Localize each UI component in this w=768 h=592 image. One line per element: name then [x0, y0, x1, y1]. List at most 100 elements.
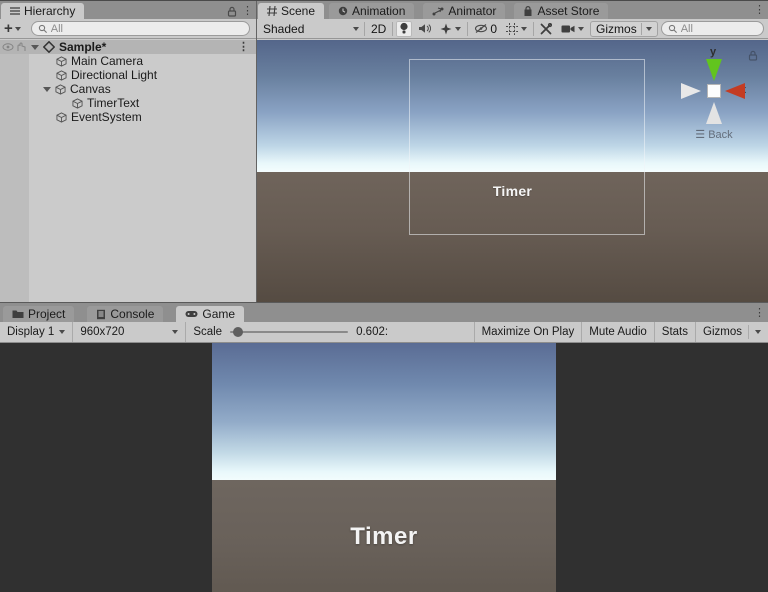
tree-item-label: Canvas	[70, 82, 111, 96]
game-area: Timer	[0, 343, 768, 592]
tab-animation-label: Animation	[352, 4, 406, 18]
hidden-count-label: 0	[490, 21, 498, 36]
tree-item-label: EventSystem	[71, 110, 142, 124]
maximize-on-play-button[interactable]: Maximize On Play	[475, 322, 582, 342]
chevron-down-icon	[755, 330, 761, 334]
tab-hierarchy[interactable]: Hierarchy	[1, 3, 85, 19]
tab-scene-label: Scene	[281, 4, 316, 18]
toggle-2d-button[interactable]: 2D	[368, 21, 389, 37]
scene-grid-icon	[267, 6, 277, 16]
scene-pickability-icon[interactable]	[16, 42, 27, 52]
tree-item-canvas[interactable]: Canvas	[0, 82, 256, 96]
hierarchy-toolbar: +	[0, 19, 256, 39]
scene-timer-text[interactable]: Timer	[257, 183, 768, 199]
effects-sparkle-icon	[440, 23, 452, 35]
mute-audio-button[interactable]: Mute Audio	[582, 322, 654, 342]
folder-icon	[12, 309, 24, 319]
scale-control: Scale 0.602:	[186, 322, 395, 342]
hierarchy-menu-icon[interactable]: ⋮	[239, 6, 256, 17]
tab-animator-label: Animator	[448, 4, 497, 18]
tab-animation[interactable]: Animation	[329, 3, 415, 19]
game-timer-text: Timer	[350, 523, 418, 550]
tab-game[interactable]: Game	[176, 306, 245, 322]
eye-slash-icon	[474, 23, 488, 34]
scene-camera-button[interactable]	[558, 21, 587, 37]
scale-slider[interactable]	[230, 327, 349, 337]
unity-editor-window: Hierarchy ⋮ + All Sample* ⋮ Main Camera …	[0, 0, 768, 592]
scene-visibility-eye-icon[interactable]	[2, 42, 14, 52]
asset-store-bag-icon	[523, 5, 533, 17]
display-dropdown[interactable]: Display 1	[0, 322, 72, 342]
chevron-down-icon	[455, 26, 462, 31]
gizmo-center-cube[interactable]	[707, 84, 721, 98]
scene-lighting-button[interactable]	[396, 20, 413, 37]
scene-row-sample[interactable]: Sample* ⋮	[0, 40, 256, 54]
scene-panel-menu-icon[interactable]: ⋮	[751, 5, 768, 19]
orientation-gizmo[interactable]: y x ☰ Back	[678, 46, 750, 144]
tab-project-label: Project	[28, 307, 66, 321]
hierarchy-search[interactable]	[30, 21, 250, 36]
tab-project[interactable]: Project	[3, 306, 75, 322]
tree-item-eventsystem[interactable]: EventSystem	[0, 110, 256, 124]
canvas-rect-gizmo[interactable]	[409, 59, 645, 235]
unity-scene-icon	[43, 41, 55, 53]
resolution-dropdown[interactable]: 960x720	[73, 322, 185, 342]
draw-mode-dropdown[interactable]: Shaded	[261, 22, 361, 36]
gizmo-lock-icon[interactable]	[748, 50, 758, 61]
chevron-down-icon	[578, 26, 585, 31]
scene-viewport[interactable]: Timer y x ☰ Back	[257, 40, 768, 302]
tree-item-directional-light[interactable]: Directional Light	[0, 68, 256, 82]
axis-y-cone[interactable]	[706, 59, 722, 81]
axis-x-cone[interactable]	[725, 83, 745, 99]
tree-item-main-camera[interactable]: Main Camera	[0, 54, 256, 68]
lock-icon[interactable]	[227, 6, 237, 17]
scene-grid-visibility-button[interactable]	[503, 21, 530, 37]
scene-row-menu-icon[interactable]: ⋮	[235, 41, 252, 53]
chevron-down-icon	[521, 26, 528, 31]
maximize-label: Maximize On Play	[481, 326, 575, 338]
tab-scene[interactable]: Scene	[258, 3, 325, 19]
console-icon	[96, 309, 106, 320]
hierarchy-tabbar: Hierarchy ⋮	[0, 1, 256, 19]
tab-console[interactable]: Console	[87, 306, 164, 322]
tree-item-label: Main Camera	[71, 54, 144, 68]
search-icon	[668, 24, 678, 34]
tree-item-label: Directional Light	[71, 68, 158, 82]
mute-label: Mute Audio	[589, 326, 647, 338]
scene-row-label: Sample*	[59, 40, 107, 54]
game-viewport[interactable]: Timer	[212, 343, 556, 592]
stats-button[interactable]: Stats	[655, 322, 695, 342]
grid-icon	[506, 22, 519, 35]
draw-mode-label: Shaded	[263, 21, 305, 36]
scene-visibility-button[interactable]: 0	[471, 21, 500, 37]
axis-bottom-cone[interactable]	[706, 102, 722, 124]
scene-audio-button[interactable]	[415, 21, 434, 37]
canvas-foldout-caret[interactable]	[43, 86, 51, 92]
scene-effects-button[interactable]	[437, 21, 464, 37]
chevron-down-icon	[353, 26, 359, 31]
tab-animator[interactable]: Animator	[423, 3, 506, 19]
tab-asset-store[interactable]: Asset Store	[514, 3, 609, 19]
bottom-tabbar: Project Console Game ⋮	[0, 303, 768, 322]
scale-slider-knob[interactable]	[233, 327, 244, 337]
stats-label: Stats	[661, 326, 689, 338]
speaker-icon	[418, 23, 432, 34]
tab-game-label: Game	[202, 307, 236, 321]
camera-icon	[561, 24, 575, 34]
bottom-panel-menu-icon[interactable]: ⋮	[751, 308, 768, 322]
gizmos-label: Gizmos	[596, 21, 637, 36]
scene-foldout-caret[interactable]	[31, 44, 39, 50]
tree-item-timertext[interactable]: TimerText	[0, 96, 256, 110]
scene-search-input[interactable]	[680, 22, 757, 35]
scene-search[interactable]	[660, 21, 764, 36]
search-icon	[38, 24, 48, 34]
view-orientation-label[interactable]: ☰ Back	[678, 128, 750, 141]
editor-tools-button[interactable]	[537, 21, 555, 37]
create-object-button[interactable]: +	[4, 21, 21, 36]
game-gizmos-dropdown[interactable]: Gizmos	[696, 322, 768, 342]
axis-left-cone[interactable]	[681, 83, 701, 99]
hierarchy-search-input[interactable]	[50, 22, 243, 35]
gameobject-cube-icon	[56, 111, 67, 123]
scene-gizmos-dropdown[interactable]: Gizmos	[590, 20, 658, 37]
gameobject-cube-icon	[56, 55, 67, 67]
